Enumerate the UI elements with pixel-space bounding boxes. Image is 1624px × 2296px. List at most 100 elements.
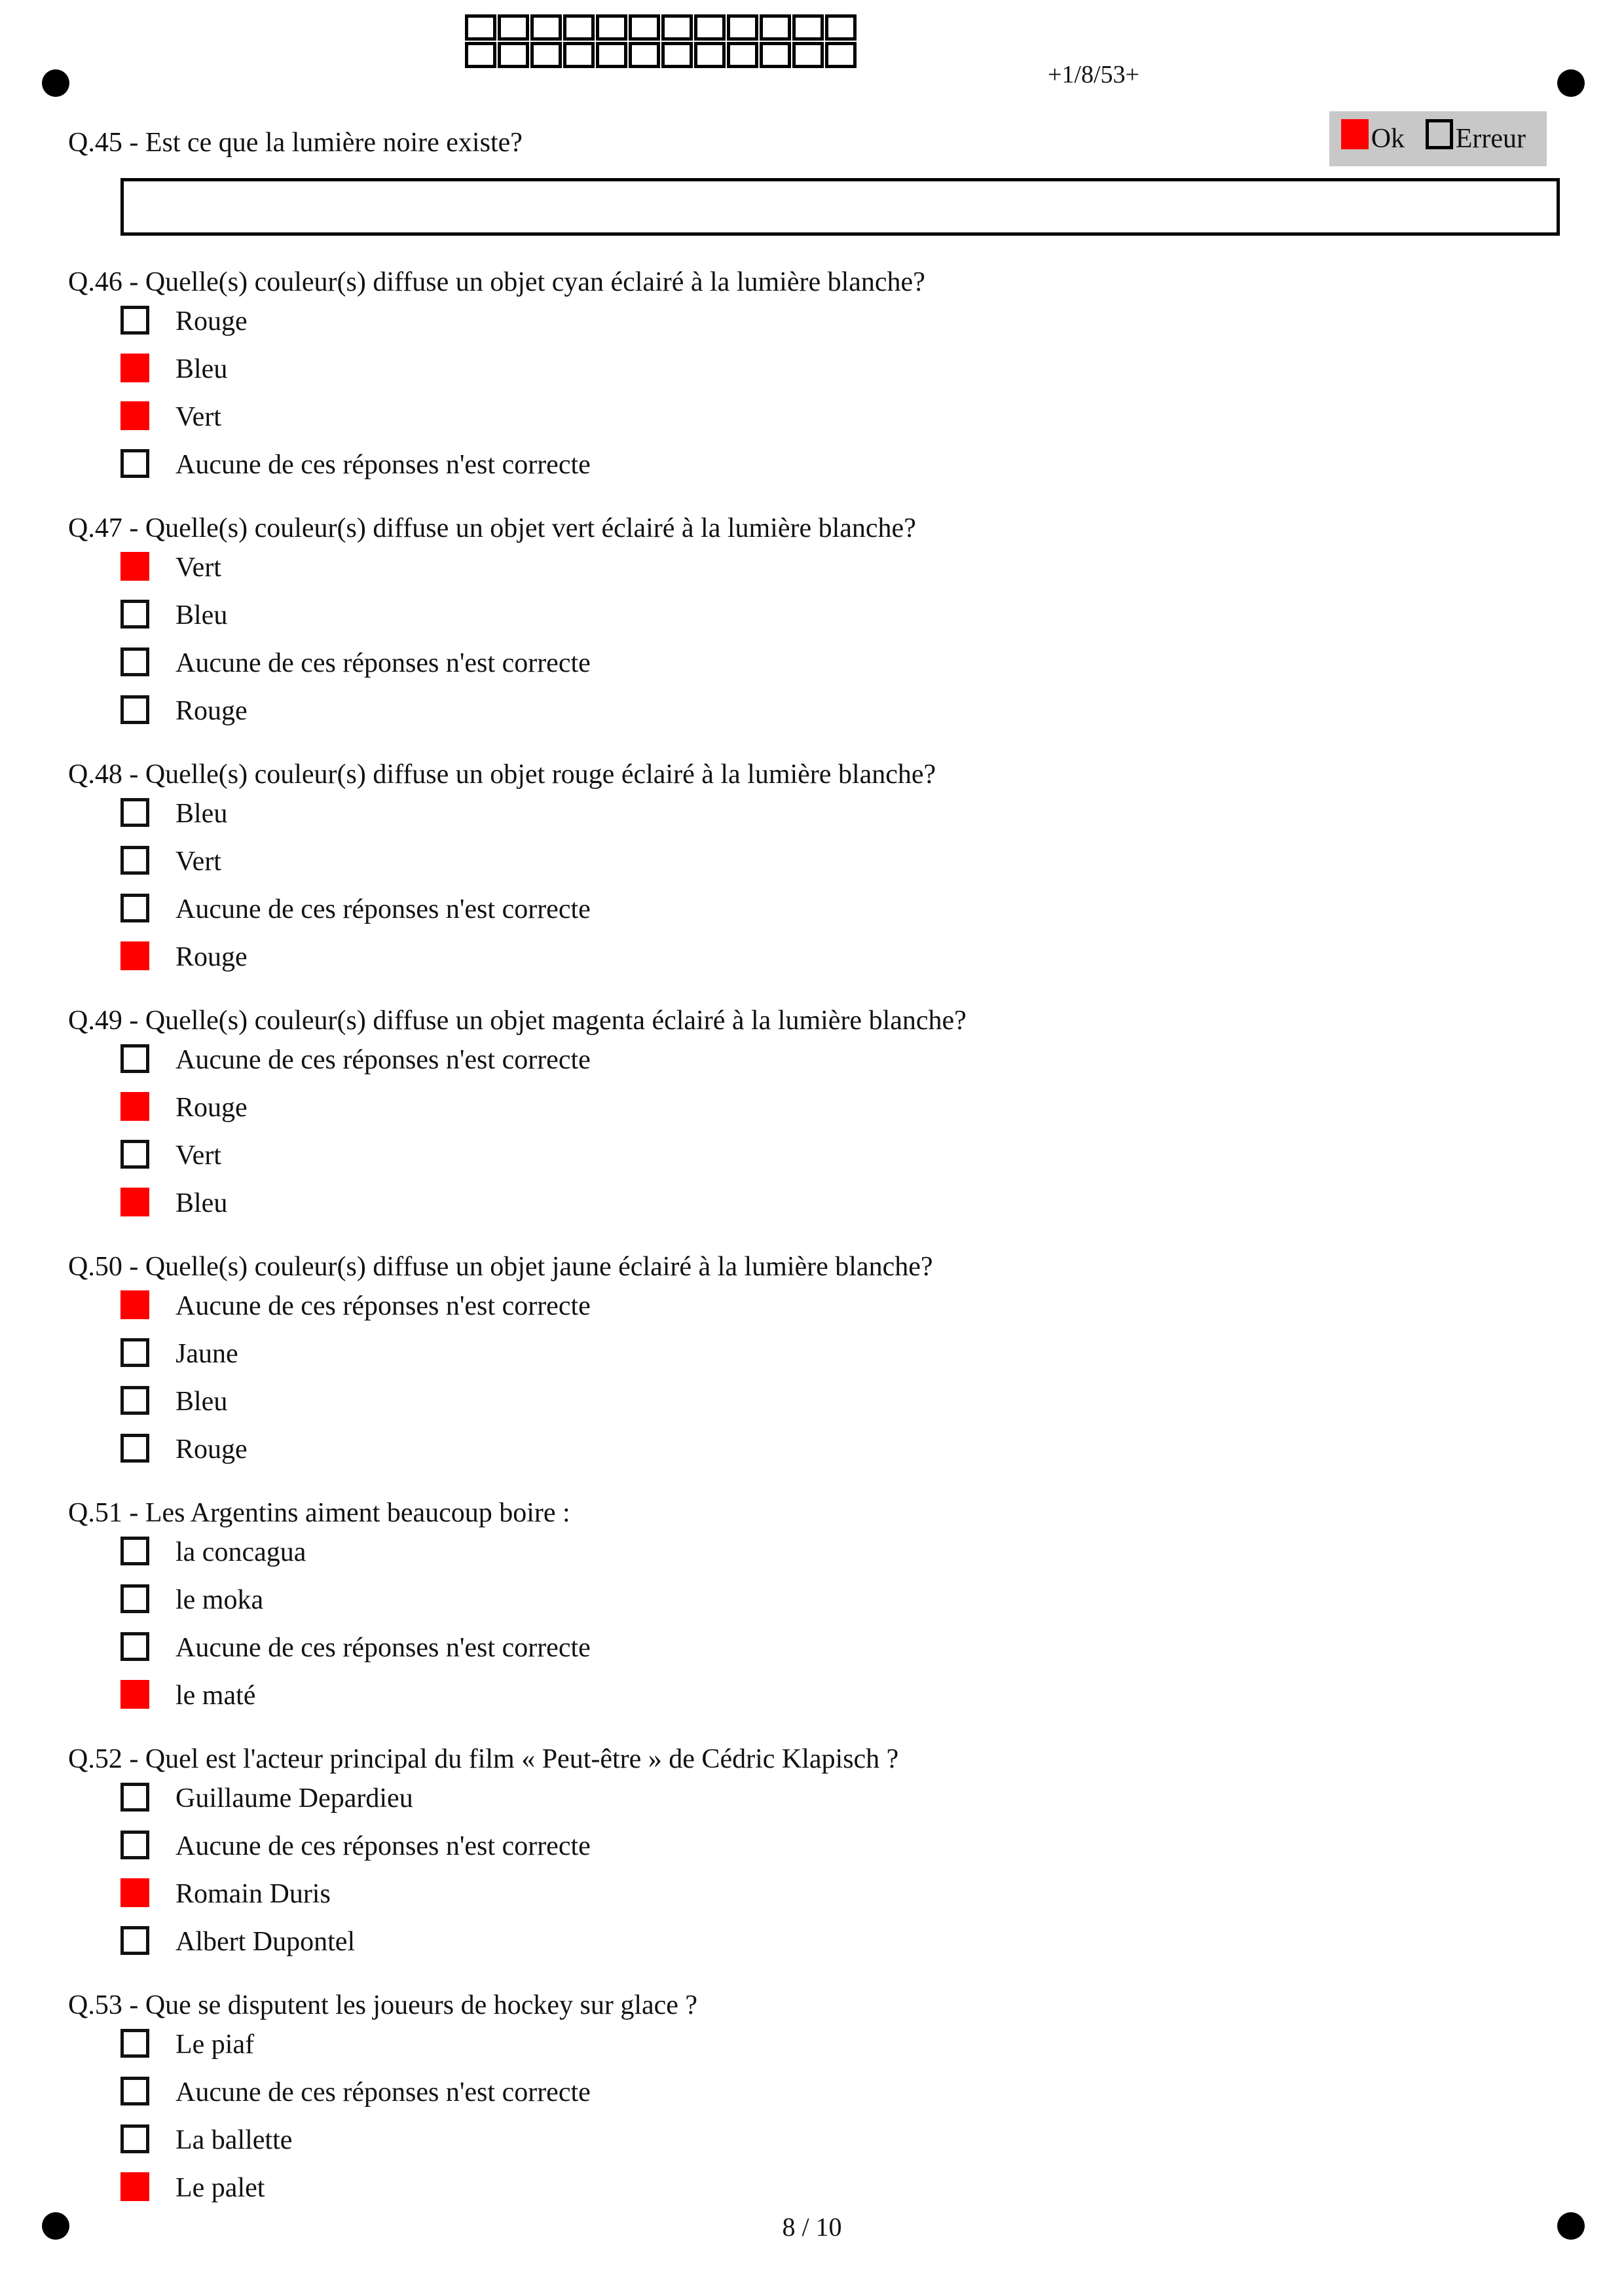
answer-option[interactable]: Bleu (68, 598, 1574, 646)
option-label: Vert (175, 553, 221, 583)
answer-option[interactable]: Vert (68, 400, 1574, 448)
checkbox[interactable] (120, 695, 149, 724)
id-grid-cell[interactable] (530, 14, 562, 41)
checkbox[interactable] (120, 894, 149, 922)
id-grid-cell[interactable] (596, 14, 627, 41)
free-text-answer-box[interactable] (120, 178, 1560, 236)
checkbox[interactable] (120, 1783, 149, 1812)
checkbox[interactable] (120, 2124, 149, 2153)
answer-option[interactable]: Aucune de ces réponses n'est correcte (68, 1829, 1574, 1877)
checkbox[interactable] (120, 1632, 149, 1661)
answer-option[interactable]: le maté (68, 1679, 1574, 1726)
checkbox[interactable] (120, 600, 149, 629)
id-grid-cell[interactable] (596, 42, 627, 68)
id-grid-cell[interactable] (760, 14, 791, 41)
option-label: Aucune de ces réponses n'est correcte (175, 894, 591, 924)
checkbox[interactable] (120, 1831, 149, 1859)
checkbox[interactable] (120, 1386, 149, 1415)
answer-option[interactable]: Vert (68, 1139, 1574, 1186)
answer-option[interactable]: Le piaf (68, 2028, 1574, 2075)
question-block: Q.47 - Quelle(s) couleur(s) diffuse un o… (68, 511, 1574, 742)
id-grid-cell[interactable] (629, 14, 660, 41)
checkbox-checked[interactable] (120, 552, 149, 581)
checkbox-checked[interactable] (120, 2172, 149, 2201)
checkbox[interactable] (120, 846, 149, 875)
id-grid-cell[interactable] (727, 14, 758, 41)
question-block: Q.49 - Quelle(s) couleur(s) diffuse un o… (68, 1004, 1574, 1234)
answer-option[interactable]: le moka (68, 1583, 1574, 1631)
grade-error-checkbox[interactable] (1426, 119, 1453, 149)
checkbox-checked[interactable] (120, 1878, 149, 1907)
option-label: Bleu (175, 1387, 228, 1417)
checkbox[interactable] (120, 1584, 149, 1613)
checkbox-checked[interactable] (120, 1092, 149, 1121)
id-grid-cell[interactable] (694, 14, 726, 41)
id-grid-cell[interactable] (465, 14, 496, 41)
option-label: Romain Duris (175, 1879, 331, 1909)
checkbox[interactable] (120, 1044, 149, 1073)
id-grid-cell[interactable] (792, 42, 824, 68)
checkbox[interactable] (120, 1434, 149, 1463)
answer-option[interactable]: La ballette (68, 2123, 1574, 2171)
answer-option[interactable]: Rouge (68, 940, 1574, 988)
checkbox-checked[interactable] (120, 941, 149, 970)
checkbox[interactable] (120, 647, 149, 676)
id-grid-cell[interactable] (498, 14, 529, 41)
answer-option[interactable]: Aucune de ces réponses n'est correcte (68, 1631, 1574, 1679)
checkbox-checked[interactable] (120, 1188, 149, 1216)
id-grid-cell[interactable] (825, 42, 857, 68)
checkbox-checked[interactable] (120, 1680, 149, 1709)
checkbox[interactable] (120, 2029, 149, 2058)
id-grid-cell[interactable] (465, 42, 496, 68)
answer-option[interactable]: Vert (68, 845, 1574, 892)
answer-option[interactable]: Albert Dupontel (68, 1925, 1574, 1973)
id-grid-cell[interactable] (825, 14, 857, 41)
grade-ok-checkbox[interactable] (1341, 119, 1369, 149)
answer-option[interactable]: Jaune (68, 1337, 1574, 1385)
id-grid-cell[interactable] (792, 14, 824, 41)
id-grid-cell[interactable] (727, 42, 758, 68)
answer-option[interactable]: Rouge (68, 1091, 1574, 1139)
question-block: Q.51 - Les Argentins aiment beaucoup boi… (68, 1496, 1574, 1726)
question-title: Q.53 - Que se disputent les joueurs de h… (68, 1990, 698, 2020)
answer-option[interactable]: Bleu (68, 1385, 1574, 1432)
checkbox[interactable] (120, 1338, 149, 1367)
checkbox-checked[interactable] (120, 401, 149, 430)
student-id-grid (465, 14, 857, 68)
checkbox[interactable] (120, 449, 149, 478)
id-grid-cell[interactable] (498, 42, 529, 68)
id-grid-cell[interactable] (760, 42, 791, 68)
id-grid-cell[interactable] (694, 42, 726, 68)
checkbox-checked[interactable] (120, 1290, 149, 1319)
answer-option[interactable]: Bleu (68, 352, 1574, 400)
checkbox[interactable] (120, 2077, 149, 2105)
id-grid-cell[interactable] (661, 42, 693, 68)
answer-option[interactable]: Bleu (68, 1186, 1574, 1234)
checkbox[interactable] (120, 798, 149, 827)
answer-option[interactable]: Vert (68, 551, 1574, 598)
answer-option[interactable]: Rouge (68, 304, 1574, 352)
checkbox[interactable] (120, 1537, 149, 1565)
answer-option[interactable]: Aucune de ces réponses n'est correcte (68, 646, 1574, 694)
answer-option[interactable]: Bleu (68, 797, 1574, 845)
id-grid-cell[interactable] (563, 14, 595, 41)
checkbox[interactable] (120, 1926, 149, 1955)
answer-option[interactable]: Rouge (68, 694, 1574, 742)
answer-option[interactable]: Romain Duris (68, 1877, 1574, 1925)
answer-option[interactable]: Aucune de ces réponses n'est correcte (68, 2075, 1574, 2123)
option-label: Jaune (175, 1339, 238, 1369)
id-grid-cell[interactable] (563, 42, 595, 68)
id-grid-cell[interactable] (530, 42, 562, 68)
answer-option[interactable]: Rouge (68, 1432, 1574, 1480)
answer-option[interactable]: Guillaume Depardieu (68, 1781, 1574, 1829)
answer-option[interactable]: Aucune de ces réponses n'est correcte (68, 1289, 1574, 1337)
answer-option[interactable]: Aucune de ces réponses n'est correcte (68, 1043, 1574, 1091)
id-grid-cell[interactable] (661, 14, 693, 41)
checkbox[interactable] (120, 306, 149, 335)
checkbox[interactable] (120, 1140, 149, 1169)
answer-option[interactable]: Aucune de ces réponses n'est correcte (68, 448, 1574, 496)
answer-option[interactable]: Aucune de ces réponses n'est correcte (68, 892, 1574, 940)
answer-option[interactable]: la concagua (68, 1535, 1574, 1583)
id-grid-cell[interactable] (629, 42, 660, 68)
checkbox-checked[interactable] (120, 354, 149, 382)
